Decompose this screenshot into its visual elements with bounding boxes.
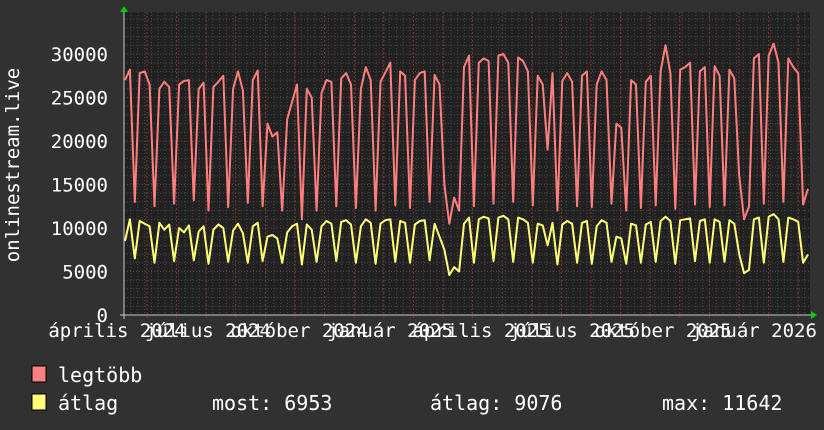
y-tick-label: 15000 — [51, 175, 108, 197]
stat-now: most: 6953 — [212, 391, 332, 415]
y-tick-label: 10000 — [51, 218, 108, 240]
x-axis-arrow-icon — [811, 311, 817, 319]
stat-max: max: 11642 — [662, 391, 782, 415]
y-tick-label: 20000 — [51, 131, 108, 153]
legend-swatch-avg — [31, 393, 47, 411]
legend-label-avg: átlag — [58, 391, 118, 415]
y-tick-label: 5000 — [62, 262, 108, 284]
y-axis-arrow-icon — [120, 6, 128, 12]
x-tick-label: január 2026 — [691, 320, 817, 342]
y-tick-label: 30000 — [51, 44, 108, 66]
y-axis-ticks: 050001000015000200002500030000 — [51, 44, 108, 327]
stat-avg: átlag: 9076 — [430, 391, 562, 415]
y-tick-label: 25000 — [51, 88, 108, 110]
chart: 050001000015000200002500030000 április 2… — [2, 6, 817, 415]
legend-swatch-max — [31, 365, 47, 383]
x-axis-ticks: április 2024július 2024október 2024januá… — [48, 320, 817, 342]
legend-label-max: legtöbb — [58, 363, 142, 387]
y-axis-label: onlinestream.live — [2, 68, 24, 262]
